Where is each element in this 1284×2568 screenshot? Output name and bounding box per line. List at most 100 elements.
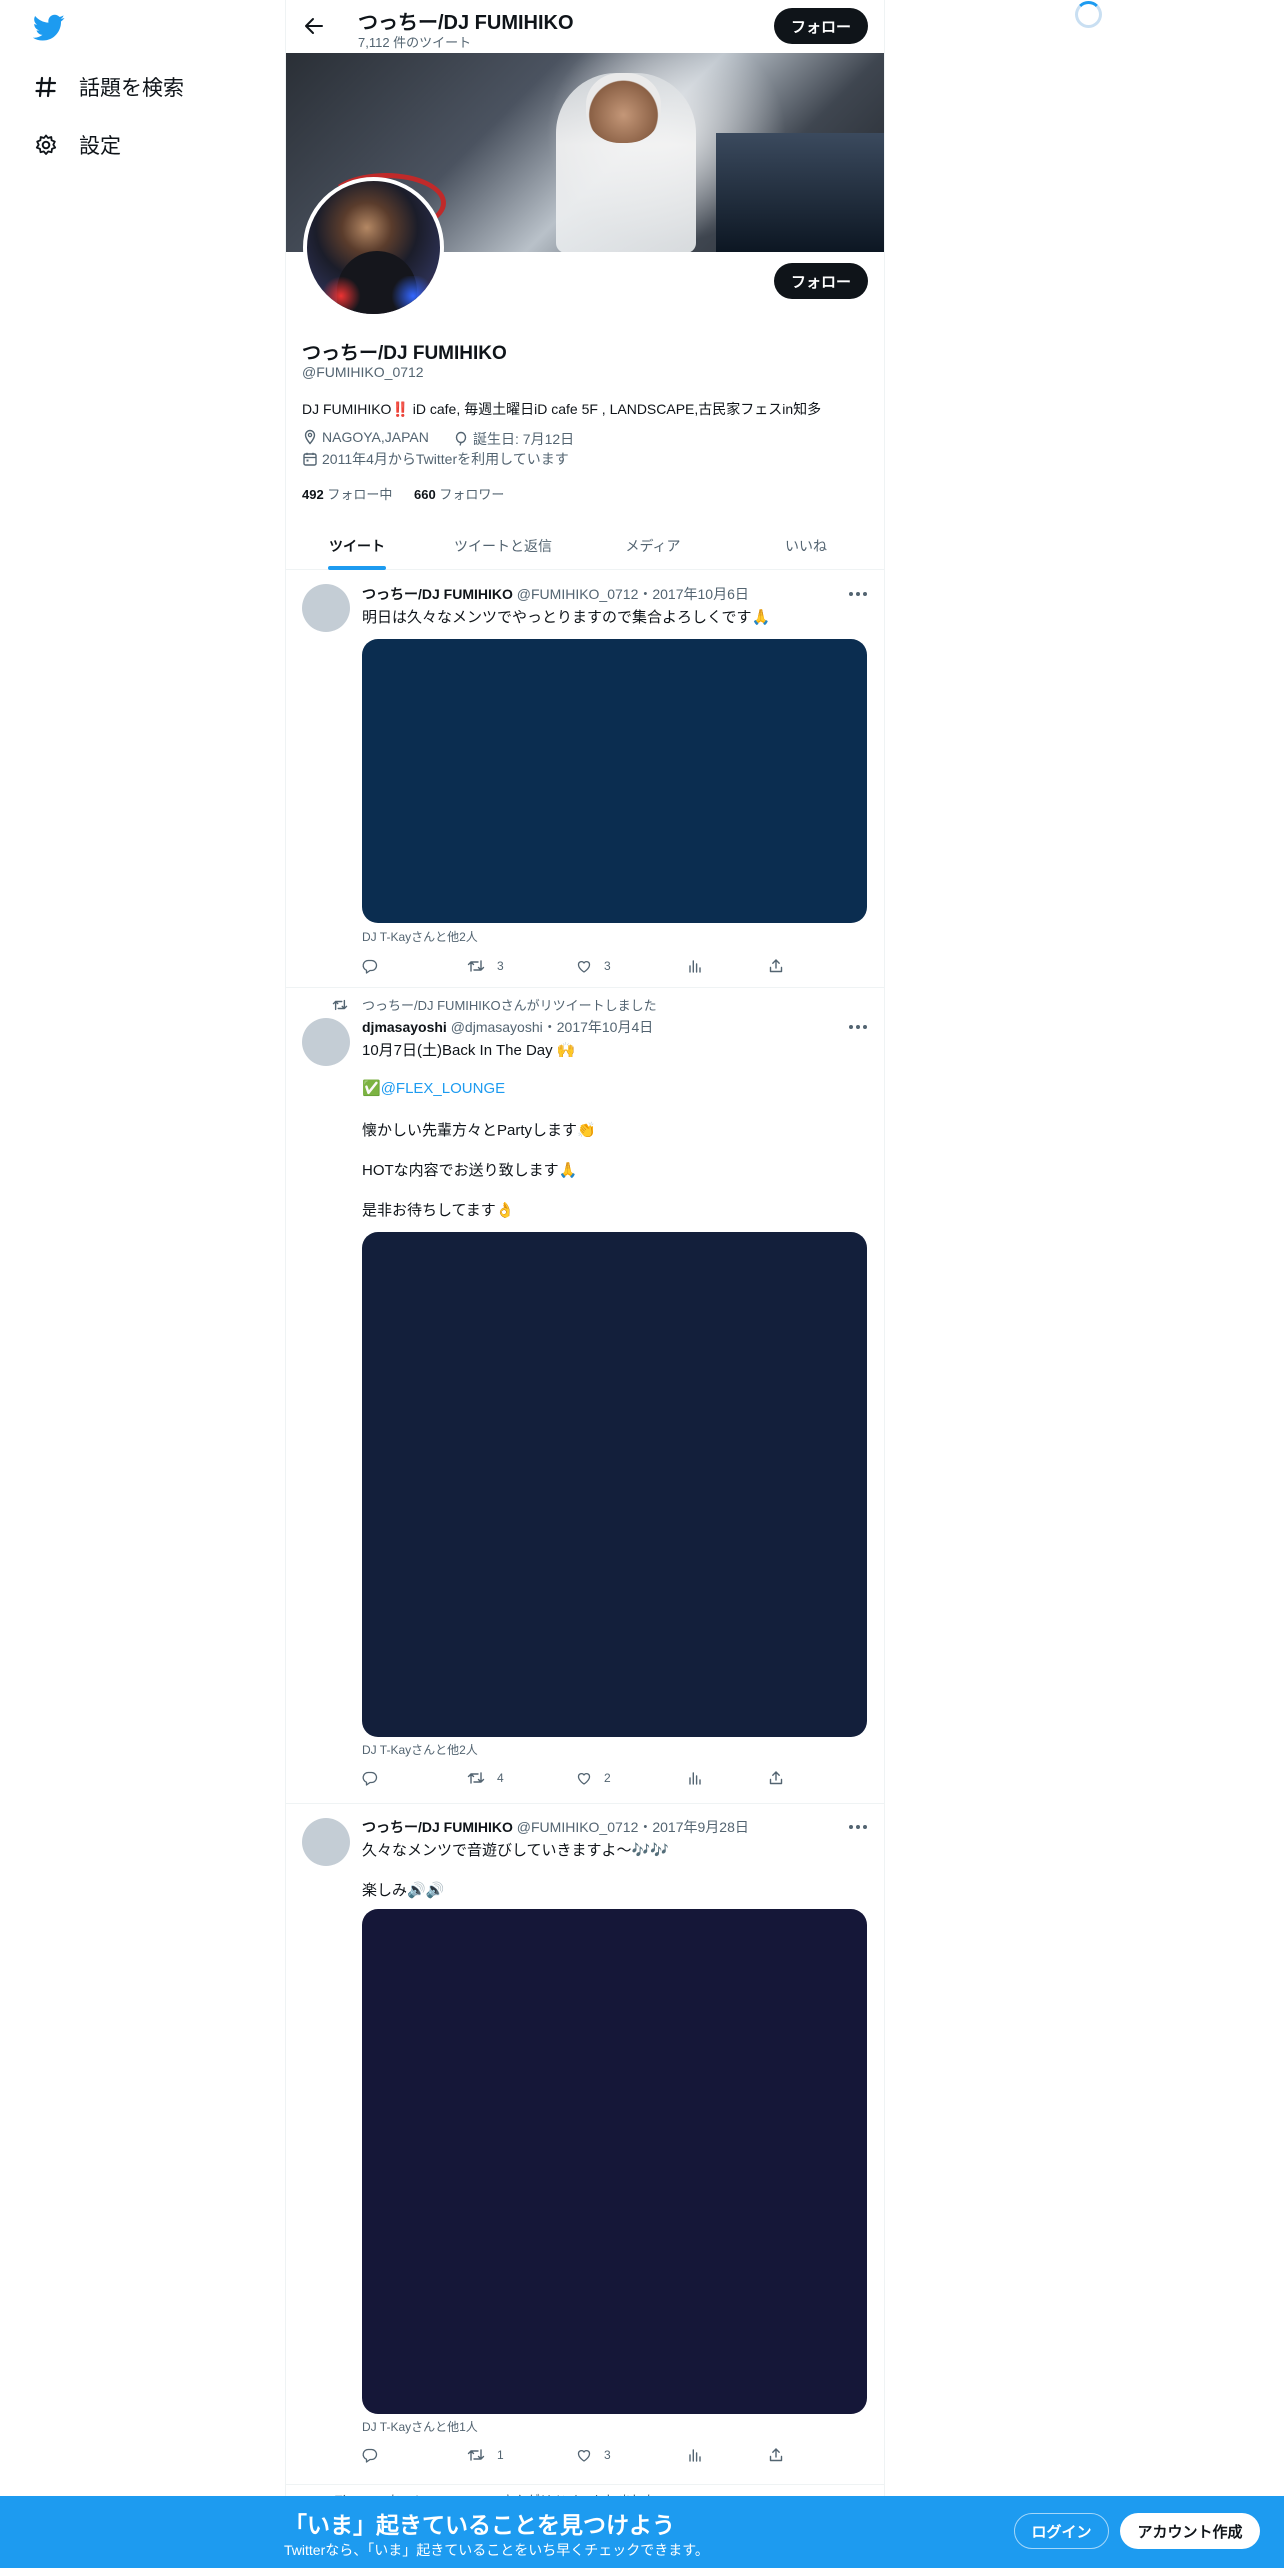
like-button[interactable]: 3 — [576, 2447, 611, 2463]
profile-follow-button[interactable]: フォロー — [774, 263, 868, 299]
following-link[interactable]: 492 フォロー中 — [302, 487, 392, 502]
tweet-author-name[interactable]: つっちー/DJ FUMIHIKO — [362, 586, 513, 602]
reply-button[interactable] — [362, 2447, 378, 2463]
tweet-handle-date[interactable]: @djmasayoshi・2017年10月4日 — [451, 1019, 654, 1035]
tweet-text: 10月7日(土)Back In The Day 🙌 — [362, 1042, 576, 1059]
tweet-avatar[interactable] — [302, 1018, 350, 1066]
analytics-icon — [689, 1772, 701, 1785]
tweet-header: つっちー/DJ FUMIHIKO @FUMIHIKO_0712・2017年9月2… — [362, 1817, 749, 1837]
heart-icon — [577, 1773, 591, 1785]
reply-button[interactable] — [362, 958, 378, 974]
retweet-icon — [332, 999, 348, 1010]
tweet-actions: 4 2 — [362, 1770, 784, 1790]
more-options-icon[interactable] — [849, 592, 867, 598]
heart-icon — [577, 2450, 591, 2462]
tweet[interactable]: つっちー/DJ FUMIHIKOさんがリツイートしました djmasayoshi… — [286, 989, 884, 1804]
share-button[interactable] — [768, 2447, 784, 2463]
signup-banner-subtitle: Twitterなら、「いま」起きていることをいち早くチェックできます。 — [284, 2542, 709, 2558]
tweet-author-name[interactable]: djmasayoshi — [362, 1019, 447, 1035]
tweet-tagged-users[interactable]: DJ T-Kayさんと他1人 — [362, 2418, 478, 2435]
following-label: フォロー中 — [327, 487, 393, 502]
reply-icon — [362, 1771, 378, 1786]
share-icon — [769, 1771, 783, 1785]
tweet-author-name[interactable]: つっちー/DJ FUMIHIKO — [362, 1819, 513, 1835]
retweet-count: 4 — [497, 1771, 504, 1785]
profile-location: NAGOYA,JAPAN — [302, 429, 429, 445]
active-tab-indicator — [328, 566, 386, 570]
tweet-text: 久々なメンツで音遊びしていきますよ〜🎶🎶 — [362, 1842, 669, 1859]
profile-birthday-text: 誕生日: 7月12日 — [473, 431, 575, 447]
reply-button[interactable] — [362, 1770, 378, 1786]
retweet-note[interactable]: つっちー/DJ FUMIHIKOさんがリツイートしました — [332, 995, 657, 1014]
nav-settings[interactable]: 設定 — [33, 125, 121, 165]
like-count: 3 — [604, 959, 611, 973]
signup-button[interactable]: アカウント作成 — [1120, 2513, 1260, 2549]
retweet-button[interactable]: 3 — [467, 958, 504, 974]
retweet-button[interactable]: 1 — [467, 2447, 504, 2463]
share-button[interactable] — [768, 958, 784, 974]
followers-link[interactable]: 660 フォロワー — [414, 487, 504, 502]
tweet-handle-date[interactable]: @FUMIHIKO_0712・2017年10月6日 — [517, 586, 749, 602]
like-count: 3 — [604, 2448, 611, 2462]
analytics-button[interactable] — [687, 958, 703, 974]
back-arrow-icon[interactable] — [302, 14, 326, 38]
header-follow-button[interactable]: フォロー — [774, 8, 868, 44]
tweet-text: 是非お待ちしてます👌 — [362, 1202, 515, 1219]
tab-likes[interactable]: いいね — [728, 522, 884, 569]
following-count: 492 — [302, 487, 324, 502]
retweet-note-text: つっちー/DJ FUMIHIKOさんがリツイートしました — [362, 998, 657, 1013]
retweet-button[interactable]: 4 — [467, 1770, 504, 1786]
analytics-icon — [689, 960, 701, 973]
tweet-handle-date[interactable]: @FUMIHIKO_0712・2017年9月28日 — [517, 1819, 749, 1835]
loading-spinner-icon — [1075, 1, 1102, 28]
tab-tweets-and-replies[interactable]: ツイートと返信 — [428, 522, 578, 569]
twitter-logo-icon[interactable] — [32, 14, 65, 42]
nav-explore[interactable]: 話題を検索 — [33, 67, 184, 107]
analytics-button[interactable] — [687, 2447, 703, 2463]
heart-icon — [577, 961, 591, 973]
tab-media[interactable]: メディア — [578, 522, 728, 569]
mention-link[interactable]: @FLEX_LOUNGE — [381, 1080, 505, 1097]
tweet-media[interactable] — [362, 1232, 867, 1737]
more-options-icon[interactable] — [849, 1825, 867, 1831]
tab-tweets[interactable]: ツイート — [286, 522, 428, 569]
share-icon — [769, 2448, 783, 2462]
tweet-avatar[interactable] — [302, 1818, 350, 1866]
tweet-text: ✅@FLEX_LOUNGE — [362, 1079, 505, 1097]
tweet-tagged-users[interactable]: DJ T-Kayさんと他2人 — [362, 1741, 478, 1758]
retweet-count: 1 — [497, 2448, 504, 2462]
tweet-text: 懐かしい先輩方々とPartyします👏 — [362, 1122, 596, 1139]
followers-label: フォロワー — [439, 487, 505, 502]
profile-avatar[interactable] — [303, 177, 444, 318]
analytics-button[interactable] — [687, 1770, 703, 1786]
profile-location-text: NAGOYA,JAPAN — [322, 429, 429, 445]
tweet-media[interactable] — [362, 1909, 867, 2414]
like-button[interactable]: 3 — [576, 958, 611, 974]
share-button[interactable] — [768, 1770, 784, 1786]
analytics-icon — [689, 2449, 701, 2462]
tweet-tagged-users[interactable]: DJ T-Kayさんと他2人 — [362, 928, 478, 945]
tweet-avatar[interactable] — [302, 584, 350, 632]
header-profile-name: つっちー/DJ FUMIHIKO — [358, 12, 574, 34]
profile-joined-text: 2011年4月からTwitterを利用しています — [322, 451, 569, 467]
balloon-icon — [455, 431, 467, 446]
signup-banner-title: 「いま」起きていることを見つけよう — [284, 2512, 675, 2538]
retweet-count: 3 — [497, 959, 504, 973]
profile-joined: 2011年4月からTwitterを利用しています — [302, 449, 569, 469]
profile-handle: @FUMIHIKO_0712 — [302, 364, 424, 380]
tweet-text: 楽しみ🔊🔊 — [362, 1882, 445, 1899]
tweet-actions: 3 3 — [362, 958, 784, 978]
tweet-header: djmasayoshi @djmasayoshi・2017年10月4日 — [362, 1017, 653, 1037]
calendar-icon — [303, 452, 317, 466]
tweet-media[interactable] — [362, 639, 867, 923]
profile-header-bar: つっちー/DJ FUMIHIKO 7,112 件のツイート フォロー — [286, 0, 884, 53]
followers-count: 660 — [414, 487, 436, 502]
login-button[interactable]: ログイン — [1014, 2513, 1109, 2549]
nav-settings-label: 設定 — [79, 135, 121, 158]
retweet-icon — [467, 960, 485, 972]
more-options-icon[interactable] — [849, 1025, 867, 1031]
location-pin-icon — [304, 429, 316, 445]
tweet[interactable]: つっちー/DJ FUMIHIKO @FUMIHIKO_0712・2017年9月2… — [286, 1805, 884, 2485]
tweet[interactable]: つっちー/DJ FUMIHIKO @FUMIHIKO_0712・2017年10月… — [286, 571, 884, 988]
like-button[interactable]: 2 — [576, 1770, 611, 1786]
